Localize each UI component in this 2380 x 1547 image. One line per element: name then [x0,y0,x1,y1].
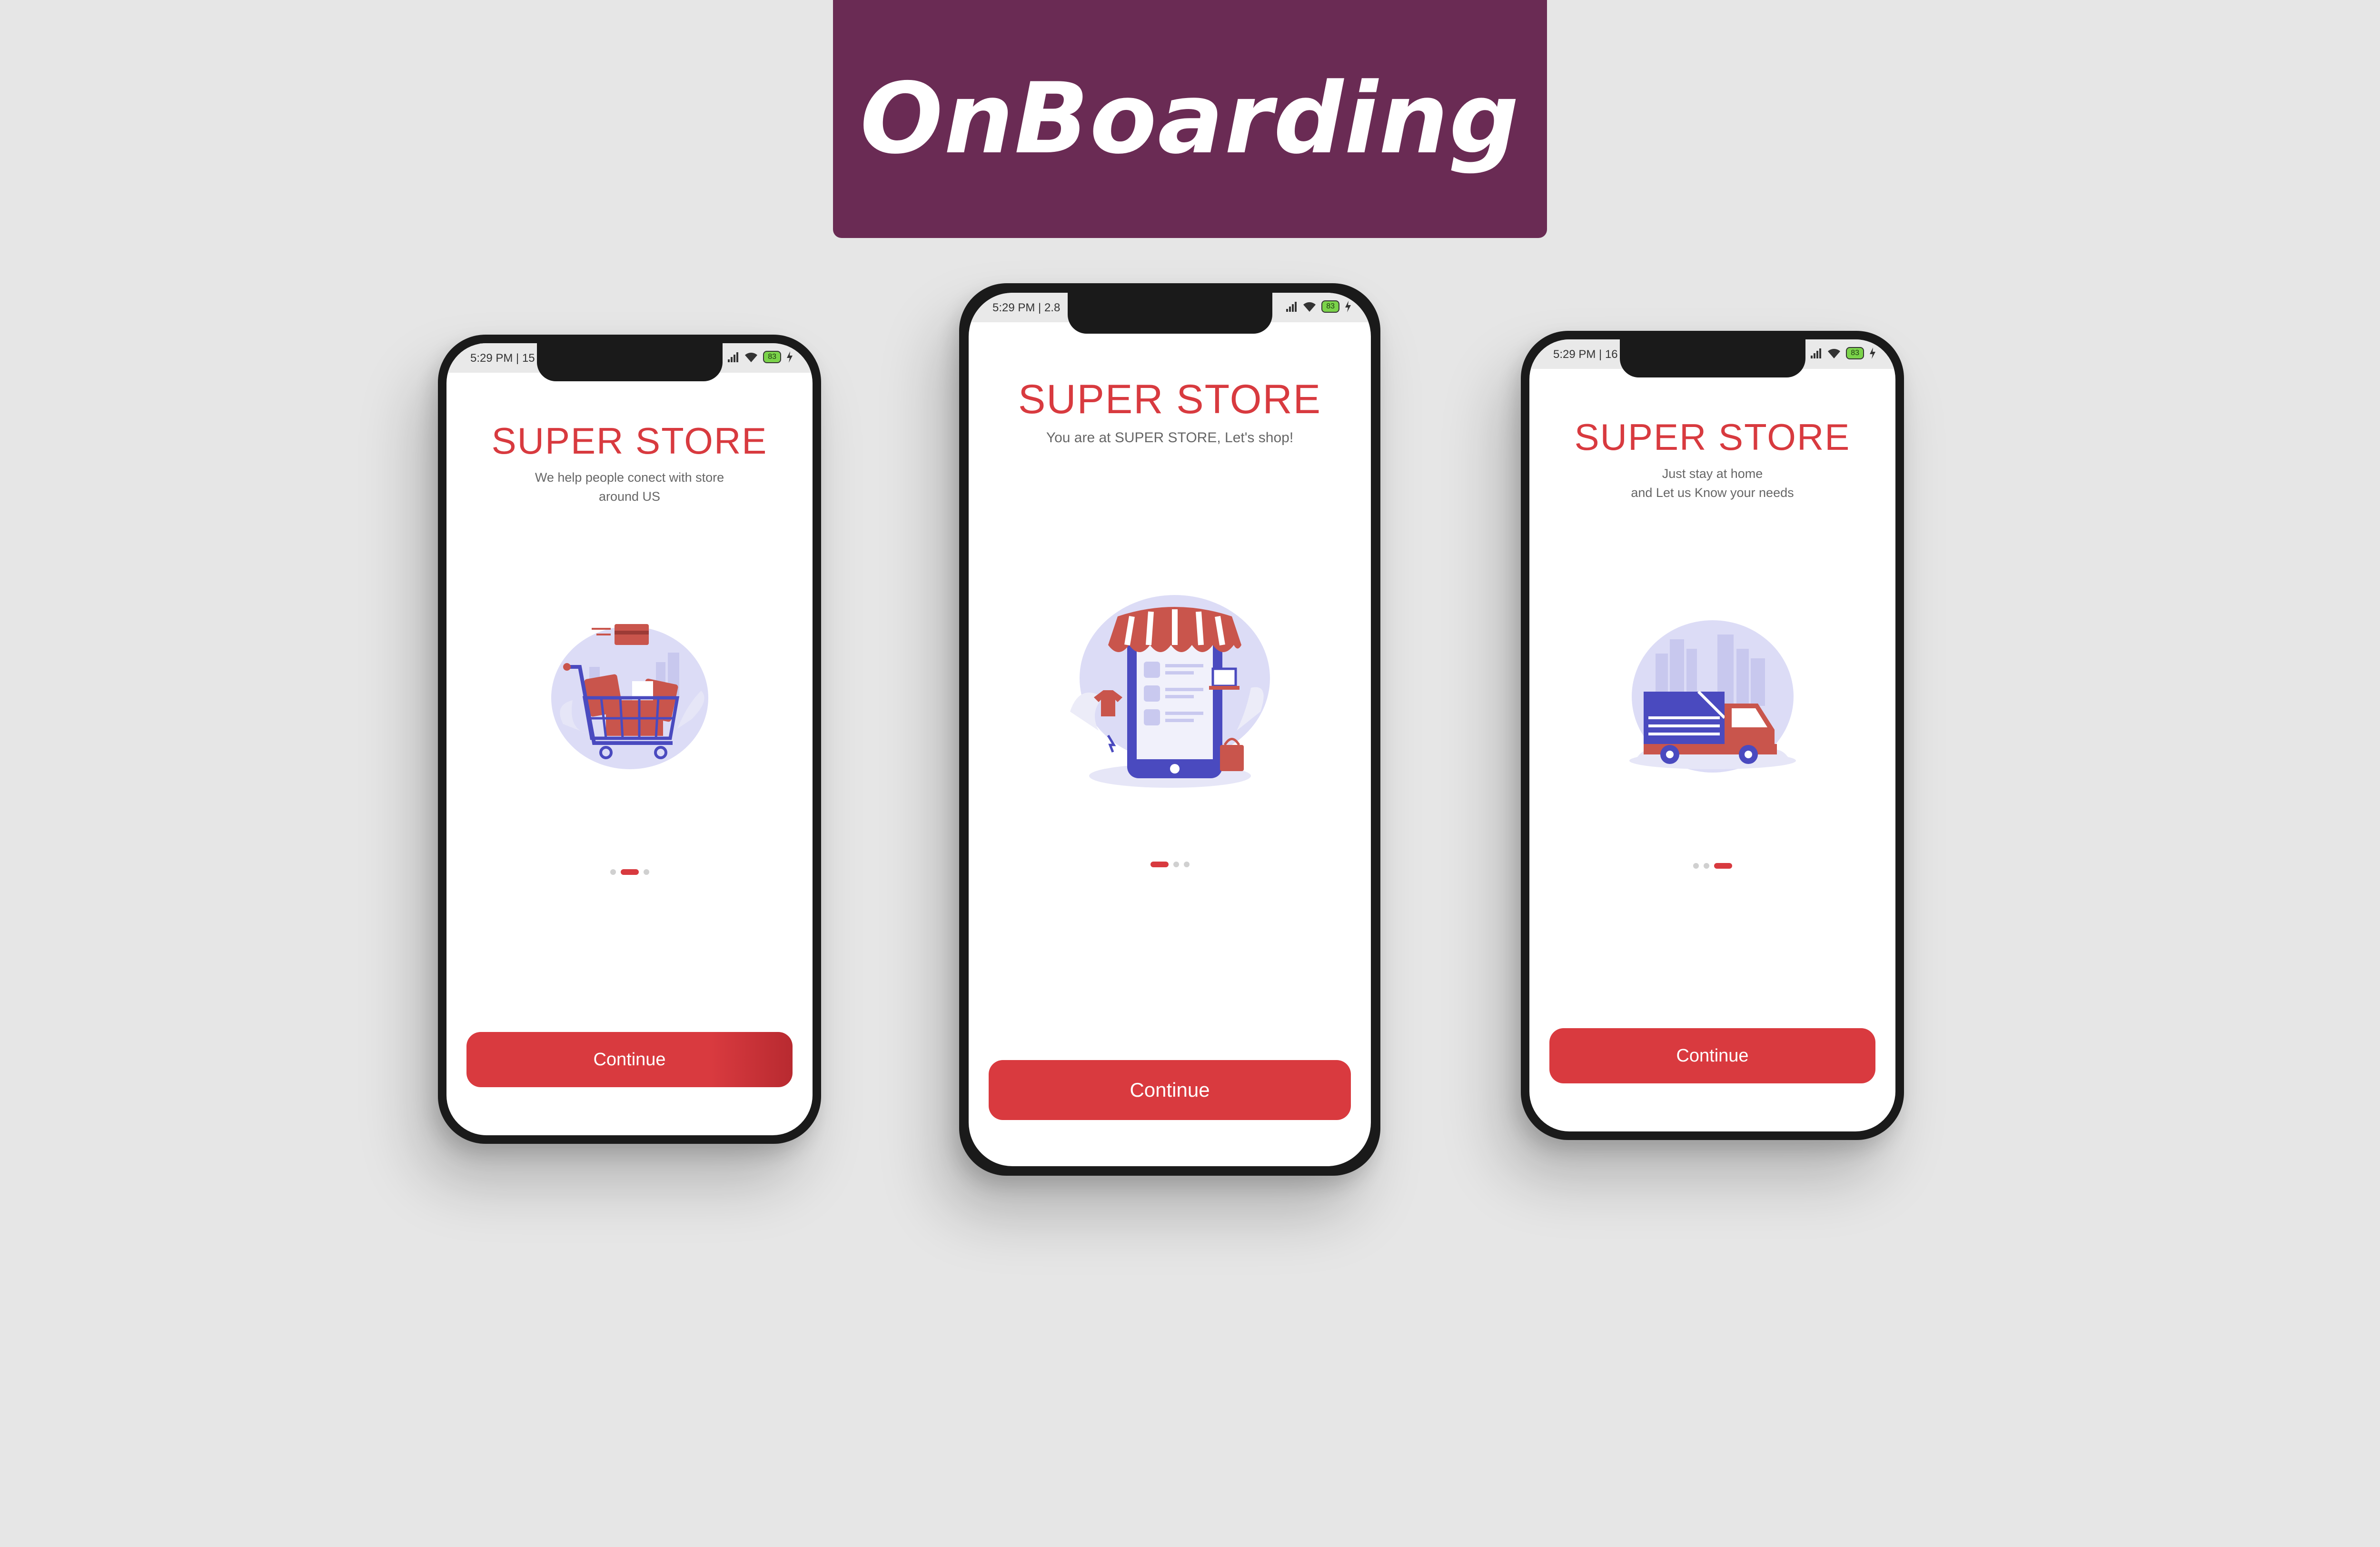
page-dot[interactable] [1693,863,1699,869]
status-time: 5:29 PM | 2.8 [992,301,1061,314]
signal-icon [728,352,739,362]
phone-mockup-center: 5:29 PM | 2.8 83 SUPER STORE You are at … [959,283,1380,1176]
battery-icon: 83 [1321,300,1339,313]
charging-icon [787,351,793,363]
phone-notch [1619,339,1805,377]
page-dot[interactable] [1173,862,1179,867]
page-indicator [446,869,813,875]
continue-button[interactable]: Continue [1549,1028,1875,1083]
charging-icon [1345,301,1351,312]
banner-title: OnBoarding [860,62,1520,176]
page-dot-active[interactable] [1714,863,1732,869]
onboarding-banner: OnBoarding [833,0,1547,238]
page-dot[interactable] [610,869,616,875]
signal-icon [1286,302,1297,312]
phone-screen: 5:29 PM | 15 83 SUPER STORE We help peop… [446,343,813,1135]
status-time: 5:29 PM | 16 [1553,348,1618,361]
page-indicator [969,862,1371,867]
page-dot[interactable] [643,869,649,875]
app-title: SUPER STORE [1574,416,1851,458]
phone-notch [536,343,723,381]
mobile-store-icon [1070,595,1270,788]
delivery-truck-icon [1629,620,1796,773]
phone-screen: 5:29 PM | 16 83 SUPER STORE Just stay at… [1529,339,1895,1131]
app-title: SUPER STORE [1018,377,1321,422]
subtitle-line: Just stay at home [1662,466,1763,481]
page-dot[interactable] [1183,862,1190,867]
battery-icon: 83 [1846,347,1864,359]
onboarding-subtitle: You are at SUPER STORE, Let's shop! [1046,430,1294,446]
page-dot-active[interactable] [620,869,639,875]
subtitle-line: and Let us Know your needs [1631,486,1794,500]
app-title: SUPER STORE [491,420,768,462]
wifi-icon [1828,348,1841,358]
charging-icon [1870,347,1875,359]
page-dot-active[interactable] [1150,862,1169,867]
phone-notch [1067,293,1272,334]
page-dot[interactable] [1703,863,1709,869]
signal-icon [1811,348,1822,358]
wifi-icon [1303,302,1316,312]
continue-button[interactable]: Continue [989,1060,1351,1120]
continue-button[interactable]: Continue [466,1032,793,1087]
onboarding-subtitle: Just stay at home and Let us Know your n… [1601,464,1824,502]
phone-mockup-left: 5:29 PM | 15 83 SUPER STORE We help peop… [438,335,821,1144]
wifi-icon [745,352,758,362]
page-indicator [1529,863,1895,869]
shopping-cart-icon [551,624,708,769]
status-time: 5:29 PM | 15 [470,352,535,365]
phone-screen: 5:29 PM | 2.8 83 SUPER STORE You are at … [969,293,1371,1166]
phone-mockup-right: 5:29 PM | 16 83 SUPER STORE Just stay at… [1521,331,1904,1140]
onboarding-subtitle: We help people conect with store around … [535,470,724,504]
battery-icon: 83 [763,351,781,363]
